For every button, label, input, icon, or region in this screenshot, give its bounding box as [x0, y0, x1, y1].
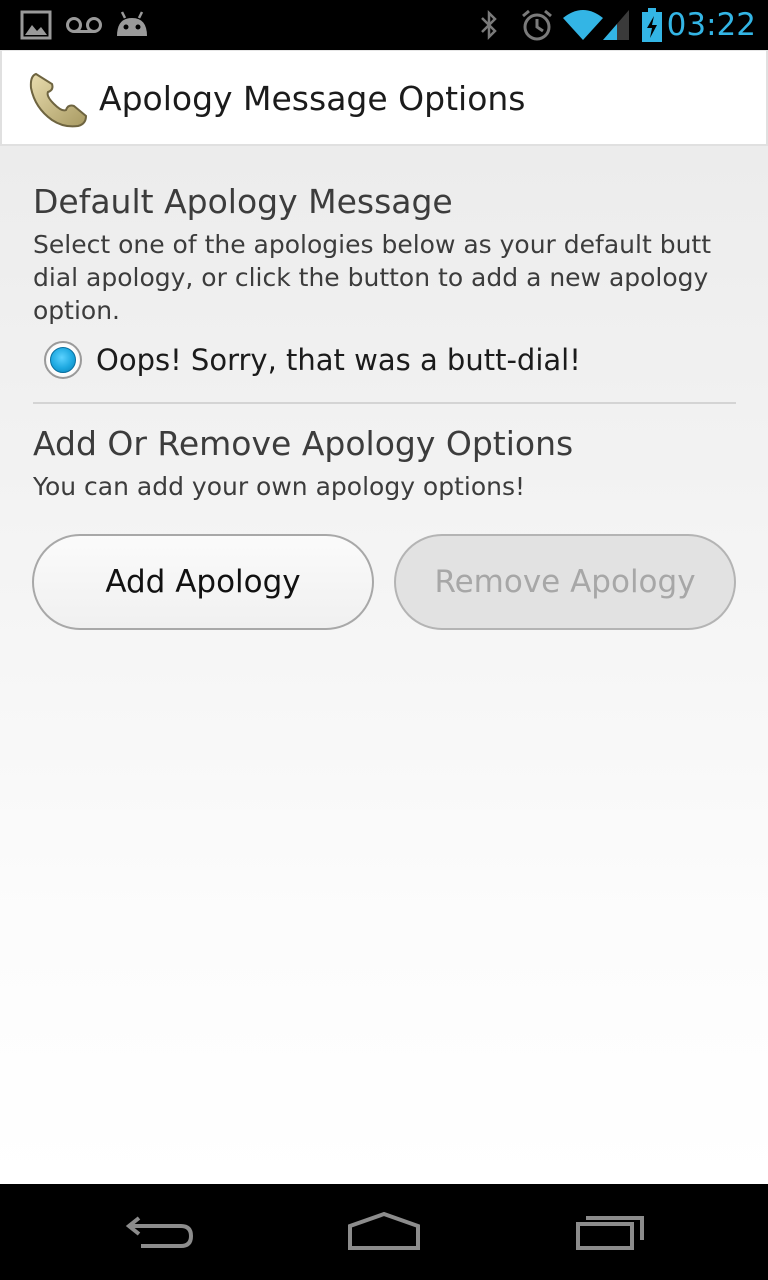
- phone-handset-icon[interactable]: [28, 68, 90, 130]
- wifi-icon: [562, 0, 604, 50]
- radio-button-selected[interactable]: [44, 341, 82, 379]
- bluetooth-icon: [474, 0, 504, 50]
- alarm-icon: [518, 0, 556, 50]
- add-remove-description: You can add your own apology options!: [33, 472, 526, 501]
- add-apology-button[interactable]: Add Apology: [32, 534, 374, 630]
- navigation-bar: [0, 1184, 768, 1280]
- back-icon[interactable]: [100, 1184, 220, 1280]
- remove-apology-button[interactable]: Remove Apology: [394, 534, 736, 630]
- signal-icon: [600, 0, 632, 50]
- apology-option-radio[interactable]: Oops! Sorry, that was a butt-dial!: [44, 338, 581, 382]
- content-area: Default Apology Message Select one of th…: [0, 146, 768, 1184]
- section-divider: [33, 402, 736, 404]
- status-clock: 03:22: [666, 7, 756, 43]
- default-apology-heading: Default Apology Message: [33, 182, 453, 221]
- add-remove-heading: Add Or Remove Apology Options: [33, 424, 574, 463]
- battery-charging-icon: [638, 0, 666, 50]
- status-bar: 03:22: [0, 0, 768, 50]
- apology-option-label: Oops! Sorry, that was a butt-dial!: [96, 343, 581, 377]
- gallery-icon: [18, 0, 54, 50]
- radio-dot: [50, 347, 76, 373]
- android-icon: [112, 0, 152, 50]
- default-apology-description: Select one of the apologies below as you…: [33, 230, 712, 325]
- recent-apps-icon[interactable]: [550, 1184, 670, 1280]
- voicemail-icon: [64, 0, 104, 50]
- page-title: Apology Message Options: [99, 79, 526, 118]
- action-bar: Apology Message Options: [0, 50, 768, 146]
- home-icon[interactable]: [324, 1184, 444, 1280]
